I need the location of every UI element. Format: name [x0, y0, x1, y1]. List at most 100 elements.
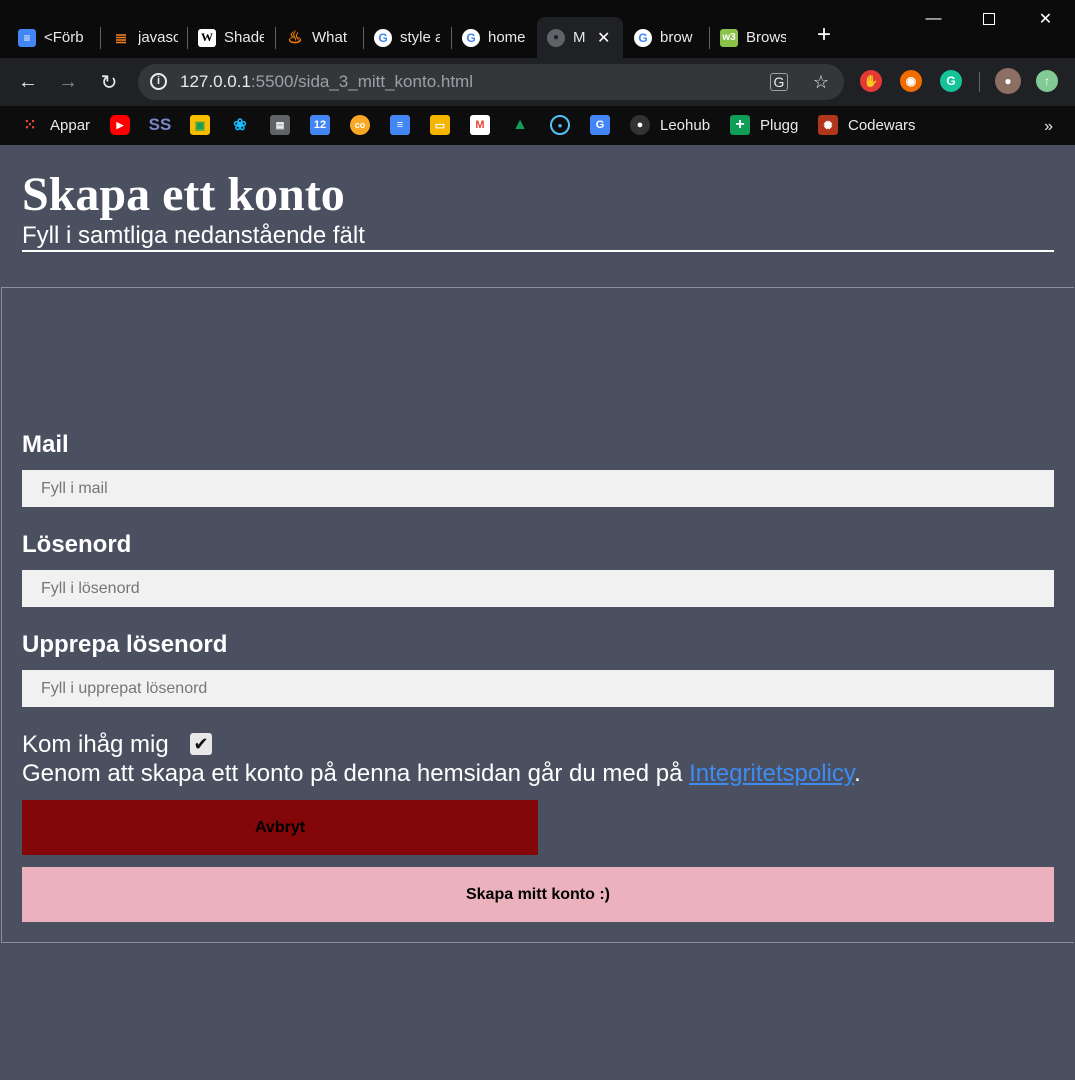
bookmark-figma[interactable]: ❀ — [230, 112, 260, 138]
tab-label: What — [312, 29, 348, 46]
youtube-icon: ▶ — [110, 115, 130, 135]
stackoverflow-icon: ≣ — [114, 29, 128, 47]
repeat-password-label: Upprepa lösenord — [22, 631, 228, 658]
info-icon[interactable]: i — [150, 73, 167, 90]
slides-icon: ▭ — [430, 115, 450, 135]
mail-input[interactable] — [22, 470, 1054, 507]
circle-icon: ● — [550, 115, 570, 135]
adblock-icon[interactable]: ✋ — [860, 70, 882, 92]
cancel-button[interactable]: Avbryt — [22, 800, 538, 855]
page-subtitle: Fyll i samtliga nedanstående fält — [22, 222, 365, 249]
bookmark-drive[interactable]: ▲ — [510, 112, 540, 138]
tab-1[interactable]: ≣ javasc — [102, 17, 186, 58]
drive-icon: ▲ — [512, 116, 528, 133]
tab-label: home — [488, 29, 526, 46]
apps-grid-icon: ⁙ — [23, 117, 37, 134]
title-divider — [22, 250, 1054, 252]
extension-icon[interactable]: ◉ — [900, 70, 922, 92]
figma-icon: ❀ — [233, 117, 247, 134]
tab-4[interactable]: G style a — [364, 17, 450, 58]
google-icon: G — [374, 28, 392, 47]
update-icon[interactable]: ↑ — [1036, 70, 1058, 92]
back-button[interactable]: ← — [14, 68, 42, 96]
tab-label: brow — [660, 29, 693, 46]
terms-text: Genom att skapa ett konto på denna hemsi… — [22, 760, 861, 787]
forward-button[interactable]: → — [54, 68, 82, 96]
tab-2[interactable]: W Shade — [188, 17, 274, 58]
bookmark-gmail[interactable]: M — [470, 112, 500, 138]
news-icon: ▤ — [270, 115, 290, 135]
bookmark-circle[interactable]: ● — [550, 112, 580, 138]
w3schools-icon: w3 — [720, 28, 738, 47]
tab-5[interactable]: G home — [452, 17, 536, 58]
star-icon[interactable]: ☆ — [810, 71, 832, 93]
github-icon: ● — [630, 115, 650, 135]
tab-0[interactable]: ≡ <Förb — [8, 17, 100, 58]
tab-active[interactable]: ● M ✕ — [537, 17, 623, 58]
window-close-button[interactable]: ✕ — [1020, 0, 1071, 38]
tab-3[interactable]: ♨ What — [276, 17, 362, 58]
remember-me-checkbox[interactable]: ✔ — [190, 733, 212, 755]
google-icon: G — [634, 28, 652, 47]
wikipedia-icon: W — [198, 28, 216, 47]
gmail-icon: M — [470, 115, 490, 135]
bookmark-calendar[interactable]: 12 — [310, 112, 340, 138]
address-bar[interactable]: i 127.0.0.1:5500/sida_3_mitt_konto.html … — [138, 64, 844, 100]
calendar-icon: 12 — [310, 115, 330, 135]
bookmark-slides[interactable]: ▭ — [430, 112, 460, 138]
mail-label: Mail — [22, 431, 69, 458]
docs-icon: ≡ — [18, 28, 36, 47]
page-viewport — [0, 145, 1075, 1080]
bookmark-codewars[interactable]: ✺ Codewars — [818, 112, 916, 138]
flame-icon: ♨ — [287, 27, 303, 47]
tab-strip: ≡ <Förb ≣ javasc W Shade ♨ What G style … — [0, 0, 1075, 58]
maximize-button[interactable] — [963, 0, 1014, 38]
grammarly-icon[interactable]: G — [940, 70, 962, 92]
docs-icon: ≡ — [390, 115, 410, 135]
tab-label: javasc — [138, 29, 178, 46]
globe-icon: ● — [547, 28, 565, 47]
codewars-icon: ✺ — [818, 115, 838, 135]
minimize-button[interactable]: — — [908, 0, 959, 38]
close-icon[interactable]: ✕ — [597, 28, 610, 48]
bookmark-cc[interactable]: co — [350, 112, 380, 138]
create-account-button[interactable]: Skapa mitt konto :) — [22, 867, 1054, 922]
password-input[interactable] — [22, 570, 1054, 607]
google-icon: G — [462, 28, 480, 47]
bookmark-appar[interactable]: ⁙ Appar — [20, 112, 90, 138]
translate-icon[interactable]: G — [770, 73, 788, 91]
page-title: Skapa ett konto — [22, 168, 345, 221]
bookmark-leohub[interactable]: ● Leohub — [630, 112, 710, 138]
password-label: Lösenord — [22, 531, 132, 558]
tab-label: <Förb — [44, 29, 84, 46]
bookmarks-bar: ⁙ Appar ▶ SS ▣ ❀ ▤ 12 co ≡ ▭ M ▲ ● G ● L… — [0, 106, 1075, 145]
tab-label: Brows — [746, 29, 786, 46]
bookmark-classroom[interactable]: ▣ — [190, 112, 220, 138]
bookmark-youtube[interactable]: ▶ — [110, 112, 140, 138]
privacy-policy-link[interactable]: Integritetspolicy — [689, 760, 854, 787]
repeat-password-input[interactable] — [22, 670, 1054, 707]
bookmark-docs[interactable]: ≡ — [390, 112, 420, 138]
tab-8[interactable]: w3 Brows — [710, 17, 796, 58]
bookmark-news[interactable]: ▤ — [270, 112, 300, 138]
avatar[interactable]: ● — [995, 68, 1021, 94]
reload-button[interactable]: ↻ — [95, 68, 123, 96]
tab-label: M — [573, 29, 586, 46]
browser-chrome: ≡ <Förb ≣ javasc W Shade ♨ What G style … — [0, 0, 1075, 145]
translate-icon: G — [590, 115, 610, 135]
remember-me-label: Kom ihåg mig — [22, 731, 169, 758]
plus-icon: + — [730, 115, 750, 135]
bookmark-plugg[interactable]: + Plugg — [730, 112, 798, 138]
classroom-icon: ▣ — [190, 115, 210, 135]
bookmark-translate[interactable]: G — [590, 112, 620, 138]
tab-label: Shade — [224, 29, 264, 46]
tab-label: style a — [400, 29, 440, 46]
new-tab-button[interactable]: + — [812, 23, 836, 48]
ss-icon: SS — [148, 115, 172, 134]
cc-icon: co — [350, 115, 370, 135]
toolbar: ← → ↻ i 127.0.0.1:5500/sida_3_mitt_konto… — [0, 58, 1075, 106]
tab-7[interactable]: G brow — [624, 17, 708, 58]
bookmark-ss[interactable]: SS — [148, 112, 180, 138]
url-text[interactable]: 127.0.0.1:5500/sida_3_mitt_konto.html — [180, 72, 473, 92]
bookmarks-more-icon[interactable]: » — [1044, 118, 1053, 136]
